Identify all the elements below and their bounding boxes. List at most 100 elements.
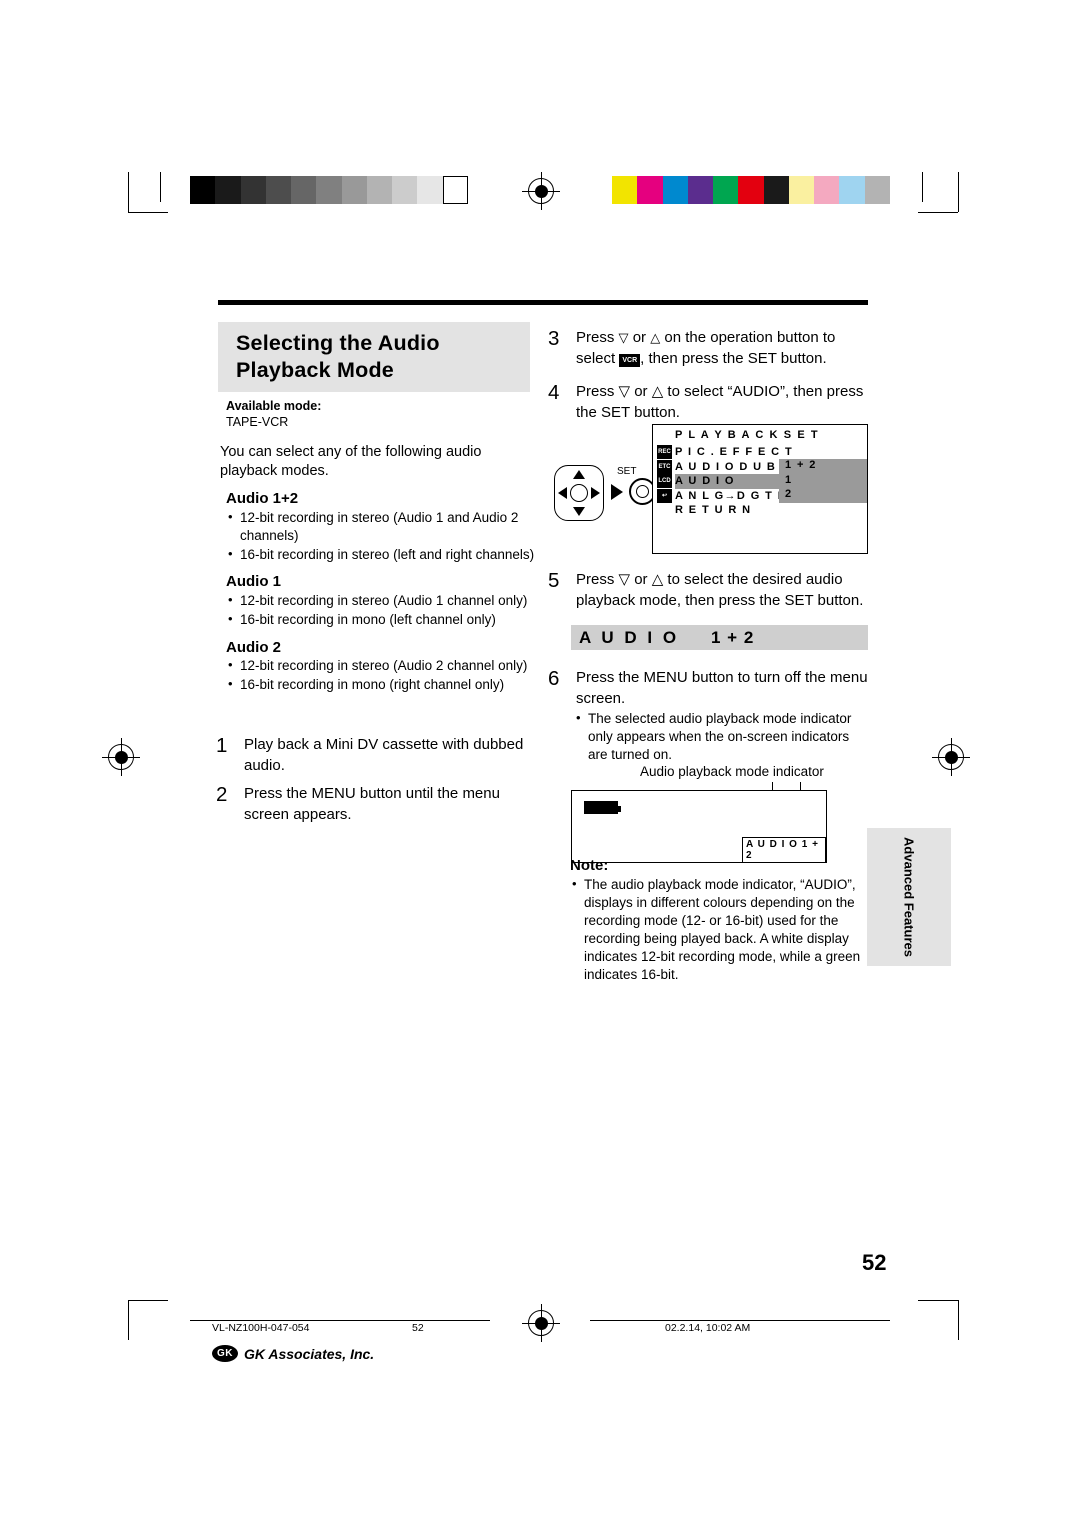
osd-rows: P I C . E F F E C T A U D I O D U B A U … <box>675 445 794 518</box>
joystick-left-icon <box>558 487 567 499</box>
footer-document-id: VL-NZ100H-047-054 <box>212 1322 310 1334</box>
crop-mark-top-left-inner <box>160 172 164 202</box>
list-item: The selected audio playback mode indicat… <box>576 709 868 764</box>
footer-page-number: 52 <box>412 1322 424 1334</box>
calibration-swatch <box>215 176 241 204</box>
osd-row-audio: A U D I O <box>675 474 794 489</box>
page-title: Selecting the Audio Playback Mode <box>218 322 530 392</box>
set-button-label: SET <box>617 466 637 477</box>
gk-logo-name: GK Associates, Inc. <box>244 1345 375 1362</box>
osd-tab-rec: REC <box>657 445 672 459</box>
header-rule <box>218 300 868 305</box>
step-3-text-a: Press <box>576 329 615 346</box>
list-item: 12-bit recording in stereo (Audio 1 chan… <box>228 591 538 610</box>
section-heading-audio-1: Audio 1 <box>226 573 281 590</box>
up-triangle-icon: △ <box>650 330 661 345</box>
calibration-swatch <box>788 176 815 204</box>
available-mode-label: Available mode: <box>226 399 322 413</box>
calibration-swatch <box>366 176 393 204</box>
note-label: Note: <box>570 857 609 874</box>
step-2-number: 2 <box>216 783 228 806</box>
available-mode-value: TAPE-VCR <box>226 415 289 429</box>
step-3-text-b: or <box>632 329 647 346</box>
calibration-swatch <box>341 176 367 204</box>
step-5: 5 Press ▽ or △ to select the desired aud… <box>548 570 868 611</box>
down-triangle-icon: ▽ <box>618 330 629 345</box>
registration-mark-top <box>522 172 560 210</box>
section-bullets-audio-1-2: 12-bit recording in stereo (Audio 1 and … <box>228 508 538 565</box>
audio-banner-value: 1 + 2 <box>711 628 755 647</box>
crop-mark-top-right-inner <box>922 172 926 202</box>
osd-row-audio-dub: A U D I O D U B <box>675 460 777 473</box>
calibration-swatch <box>814 176 840 204</box>
osd-tab-return: ↩ <box>657 488 672 503</box>
step-1: 1 Play back a Mini DV cassette with dubb… <box>216 735 526 776</box>
calibration-swatch <box>687 176 714 204</box>
step-6: 6 Press the MENU button to turn off the … <box>548 668 868 709</box>
indicator-caption: Audio playback mode indicator <box>640 764 824 779</box>
footer-timestamp: 02.2.14, 10:02 AM <box>665 1322 751 1334</box>
section-side-tab: Advanced Features <box>867 828 951 966</box>
calibration-swatch <box>240 176 266 204</box>
step-3-number: 3 <box>548 327 560 350</box>
section-bullets-audio-1: 12-bit recording in stereo (Audio 1 chan… <box>228 591 538 630</box>
vcr-mode-icon: VCR <box>619 353 641 367</box>
audio-indicator-badge: A U D I O 1 + 2 <box>742 837 826 863</box>
list-item: 16-bit recording in mono (left channel o… <box>228 610 538 629</box>
section-heading-audio-2: Audio 2 <box>226 639 281 656</box>
calibration-swatch <box>291 176 317 204</box>
osd-row-pic-effect: P I C . E F F E C T <box>675 446 794 458</box>
calibration-swatch <box>662 176 688 204</box>
step-6-subnote: The selected audio playback mode indicat… <box>576 709 868 765</box>
osd-value-2: 2 <box>779 488 867 503</box>
step-2: 2 Press the MENU button until the menu s… <box>216 784 534 825</box>
battery-icon <box>584 801 621 814</box>
step-4: 4 Press ▽ or △ to select “AUDIO”, then p… <box>548 382 868 423</box>
grayscale-calibration-bar <box>190 176 468 204</box>
page-number: 52 <box>862 1250 887 1275</box>
publisher-logo: GK GK Associates, Inc. <box>212 1345 374 1362</box>
calibration-swatch <box>417 176 443 204</box>
joystick-up-icon <box>573 470 585 479</box>
step-3-text: Press ▽ or △ on the operation button to … <box>576 328 868 369</box>
list-item: 12-bit recording in stereo (Audio 1 and … <box>228 508 538 545</box>
crop-mark-bottom-right <box>918 1300 959 1340</box>
osd-tab-lcd: LCD <box>657 474 672 488</box>
calibration-swatch <box>738 176 764 204</box>
calibration-swatch <box>612 176 638 204</box>
crop-mark-bottom-left <box>128 1300 168 1340</box>
intro-paragraph: You can select any of the following audi… <box>220 444 482 479</box>
section-side-tab-label: Advanced Features <box>901 837 917 957</box>
step-6-text: Press the MENU button to turn off the me… <box>576 669 868 707</box>
osd-values: 1 + 2 1 2 <box>779 459 867 503</box>
osd-value-1plus2: 1 + 2 <box>779 459 867 474</box>
step-2-text: Press the MENU button until the menu scr… <box>244 785 500 823</box>
registration-mark-right <box>932 738 970 776</box>
page-title-line2: Playback Mode <box>236 358 394 382</box>
calibration-swatch <box>316 176 342 204</box>
note-body: The audio playback mode indicator, “AUDI… <box>572 875 868 985</box>
calibration-swatch <box>190 176 216 204</box>
osd-value-1: 1 <box>779 473 867 488</box>
audio-mode-banner: A U D I O 1 + 2 <box>571 625 868 650</box>
step-3-text-d: , then press the SET button. <box>640 349 827 367</box>
arrow-right-icon <box>611 484 623 500</box>
list-item: 12-bit recording in stereo (Audio 2 chan… <box>228 656 538 675</box>
calibration-swatch <box>442 176 468 204</box>
joystick-right-icon <box>591 487 600 499</box>
registration-mark-left <box>102 738 140 776</box>
section-bullets-audio-2: 12-bit recording in stereo (Audio 2 chan… <box>228 656 538 695</box>
calibration-swatch <box>839 176 865 204</box>
calibration-swatch <box>864 176 890 204</box>
osd-tab-etc: ETC <box>657 459 672 474</box>
list-item: 16-bit recording in stereo (left and rig… <box>228 545 538 564</box>
osd-title: P L A Y B A C K S E T <box>675 429 820 441</box>
footer-rule-left <box>190 1320 490 1321</box>
step-4-number: 4 <box>548 381 560 404</box>
osd-side-tabs: REC ETC LCD ↩ <box>657 445 673 503</box>
osd-row-return: R E T U R N <box>675 504 752 516</box>
registration-mark-bottom <box>522 1304 560 1342</box>
calibration-swatch <box>265 176 292 204</box>
calibration-swatch <box>392 176 418 204</box>
step-6-number: 6 <box>548 667 560 690</box>
